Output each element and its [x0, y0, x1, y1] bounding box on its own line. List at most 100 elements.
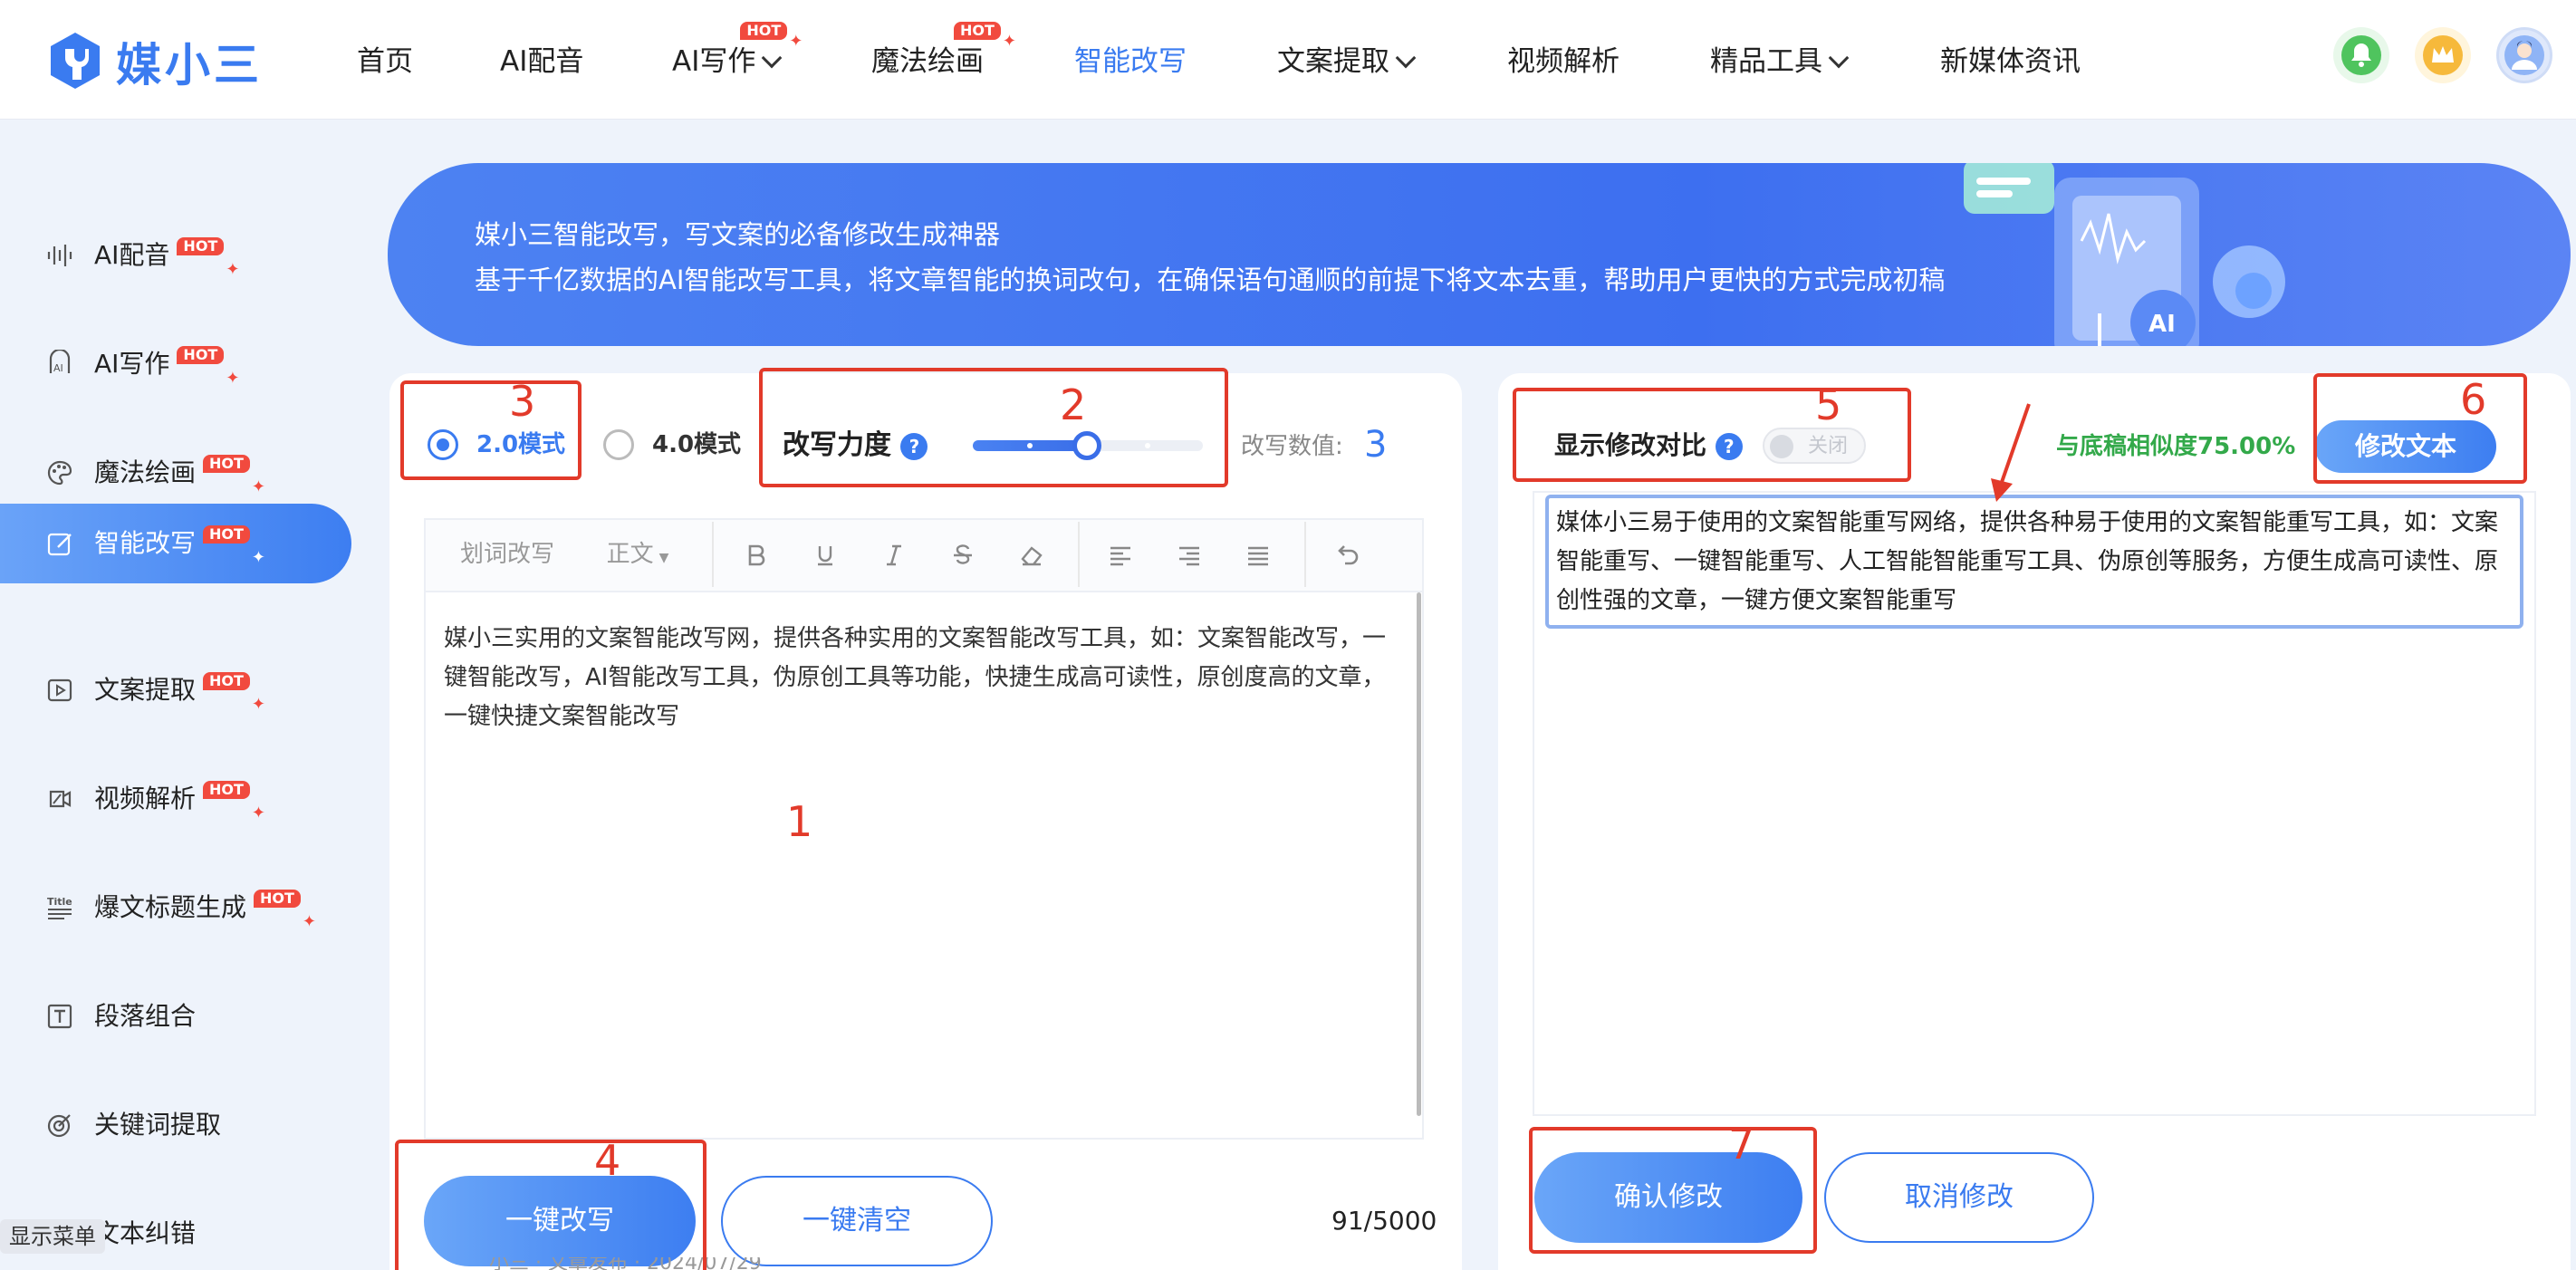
annotation-box-3: [400, 380, 582, 480]
palette-icon: [47, 460, 72, 486]
sparkle-icon: ✦: [251, 548, 266, 567]
nav-news[interactable]: 新媒体资讯: [1940, 40, 2081, 83]
sidebar-item-magic-drawing[interactable]: 魔法绘画 HOT✦: [0, 433, 351, 513]
show-menu-button[interactable]: 显示菜单: [0, 1219, 105, 1254]
sparkle-icon: ✦: [251, 695, 266, 714]
annotation-box-6: [2313, 373, 2527, 484]
underline-button[interactable]: [803, 529, 848, 580]
bold-icon: [748, 544, 765, 565]
toolbar-divider: [1304, 522, 1306, 587]
hot-badge: HOT: [254, 890, 301, 908]
justify-button[interactable]: [1235, 529, 1281, 580]
sidebar-item-label: 爆文标题生成: [94, 892, 247, 922]
nav-label: 文案提取: [1277, 45, 1389, 78]
sidebar-item-label: 段落组合: [94, 1001, 197, 1031]
editor-scrollbar[interactable]: [1417, 592, 1421, 1116]
sidebar: AI配音 HOT✦ AI AI写作 HOT✦ 魔法绘画 HOT✦ 智能改写 HOT✦ 文…: [0, 120, 362, 1270]
brand-logo[interactable]: 媒小三: [45, 25, 308, 94]
underline-icon: [818, 545, 832, 565]
word-rewrite-label: 划词改写: [459, 541, 554, 568]
sidebar-item-ai-dubbing[interactable]: AI配音 HOT✦: [0, 216, 351, 295]
hot-badge: HOT✦: [733, 20, 803, 63]
annotation-number: 3: [509, 377, 536, 426]
sidebar-item-label: AI写作: [94, 349, 170, 379]
nav-label: AI配音: [500, 45, 584, 78]
nav-home[interactable]: 首页: [357, 40, 413, 83]
sidebar-item-title-generator[interactable]: Title 爆文标题生成 HOT✦: [0, 868, 351, 948]
sidebar-item-label: 文本纠错: [94, 1218, 197, 1248]
sidebar-item-smart-rewrite[interactable]: 智能改写 HOT✦: [0, 504, 351, 583]
align-right-button[interactable]: [1167, 529, 1212, 580]
char-count: 91/5000: [1331, 1206, 1437, 1236]
title-icon: Title: [47, 896, 72, 919]
sparkle-icon: ✦: [302, 912, 317, 931]
video-parse-icon: [49, 790, 72, 808]
similarity-text: 与底稿相似度75.00%: [2056, 433, 2296, 460]
toolbar-divider: [712, 522, 714, 587]
target-icon: [47, 1114, 71, 1138]
svg-text:Title: Title: [47, 896, 72, 908]
paragraph-style-value: 正文: [606, 541, 654, 568]
text-box-icon: [47, 1004, 72, 1029]
chevron-down-icon: [1395, 47, 1417, 69]
sidebar-item-paragraph-combine[interactable]: 段落组合: [0, 977, 351, 1056]
nav-video-parse[interactable]: 视频解析: [1507, 40, 1620, 83]
sidebar-item-label: 关键词提取: [94, 1110, 222, 1140]
nav-magic-drawing[interactable]: 魔法绘画 HOT✦: [871, 22, 1016, 83]
annotation-box-2: [759, 368, 1228, 487]
mode-4-radio[interactable]: [603, 429, 634, 460]
show-menu-label: 显示菜单: [9, 1224, 96, 1249]
sidebar-item-copy-extract[interactable]: 文案提取 HOT✦: [0, 650, 351, 730]
nav-smart-rewrite[interactable]: 智能改写: [1074, 40, 1187, 83]
annotation-number: 5: [1815, 380, 1842, 429]
nav-label: 智能改写: [1074, 45, 1187, 78]
result-text-box[interactable]: 媒体小三易于使用的文案智能重写网络，提供各种易于使用的文案智能重写工具，如：文案…: [1545, 495, 2523, 629]
hot-badge: HOT: [203, 781, 250, 799]
italic-icon: [887, 544, 901, 565]
nav-copy-extract[interactable]: 文案提取: [1277, 40, 1417, 83]
cancel-modify-button[interactable]: 取消修改: [1824, 1152, 2094, 1243]
sidebar-item-keyword-extract[interactable]: 关键词提取: [0, 1085, 351, 1165]
sidebar-item-label: AI配音: [94, 240, 170, 270]
nav-premium-tools[interactable]: 精品工具: [1710, 40, 1850, 83]
sound-wave-icon: [47, 245, 72, 266]
hot-badge: HOT: [177, 346, 225, 364]
nav-ai-dubbing[interactable]: AI配音: [500, 40, 583, 83]
result-text: 媒体小三易于使用的文案智能重写网络，提供各种易于使用的文案智能重写工具，如：文案…: [1556, 509, 2499, 614]
source-text[interactable]: 媒小三实用的文案智能改写网，提供各种实用的文案智能改写工具，如：文案智能改写，一…: [444, 620, 1386, 736]
notification-button[interactable]: [2333, 27, 2389, 83]
mode-4-label[interactable]: 4.0模式: [652, 429, 741, 460]
sidebar-item-label: 智能改写: [94, 528, 197, 558]
sparkle-icon: ✦: [226, 260, 240, 279]
avatar-icon: [2504, 35, 2544, 75]
justify-icon: [1248, 546, 1268, 565]
word-rewrite-button[interactable]: 划词改写: [444, 529, 571, 580]
bell-icon: [2341, 35, 2381, 75]
top-header: 媒小三 首页 AI配音 AI写作 HOT✦ 魔法绘画 HOT✦ 智能改写 文案提…: [0, 0, 2576, 120]
rewrite-value: 3: [1364, 424, 1388, 466]
hero-banner: 媒小三智能改写，写文案的必备修改生成神器 基于千亿数据的AI智能改写工具，将文章…: [388, 163, 2571, 346]
align-right-icon: [1179, 546, 1199, 565]
user-avatar[interactable]: [2496, 27, 2552, 83]
sidebar-item-video-parse[interactable]: 视频解析 HOT✦: [0, 759, 351, 839]
sidebar-item-ai-writing[interactable]: AI AI写作 HOT✦: [0, 324, 351, 404]
strikethrough-button[interactable]: [940, 529, 985, 580]
hot-badge: HOT: [203, 525, 250, 544]
clear-format-button[interactable]: [1009, 529, 1054, 580]
crown-icon: [2423, 35, 2463, 75]
undo-button[interactable]: [1324, 529, 1370, 580]
bold-button[interactable]: [734, 529, 779, 580]
vip-button[interactable]: [2415, 27, 2471, 83]
paragraph-style-select[interactable]: 正文 ▼: [592, 529, 683, 580]
annotation-box-7: [1529, 1127, 1817, 1254]
one-click-clear-button[interactable]: 一键清空: [721, 1176, 993, 1266]
hot-badge: HOT: [203, 455, 250, 473]
align-left-button[interactable]: [1098, 529, 1143, 580]
sidebar-item-label: 魔法绘画: [94, 457, 197, 487]
nav-label: 视频解析: [1507, 45, 1620, 78]
nav-label: 首页: [357, 45, 413, 78]
nav-ai-writing[interactable]: AI写作 HOT✦: [672, 22, 803, 83]
italic-button[interactable]: [871, 529, 917, 580]
hot-badge: HOT✦: [947, 20, 1016, 63]
rewrite-value-label: 改写数值:: [1241, 433, 1343, 460]
